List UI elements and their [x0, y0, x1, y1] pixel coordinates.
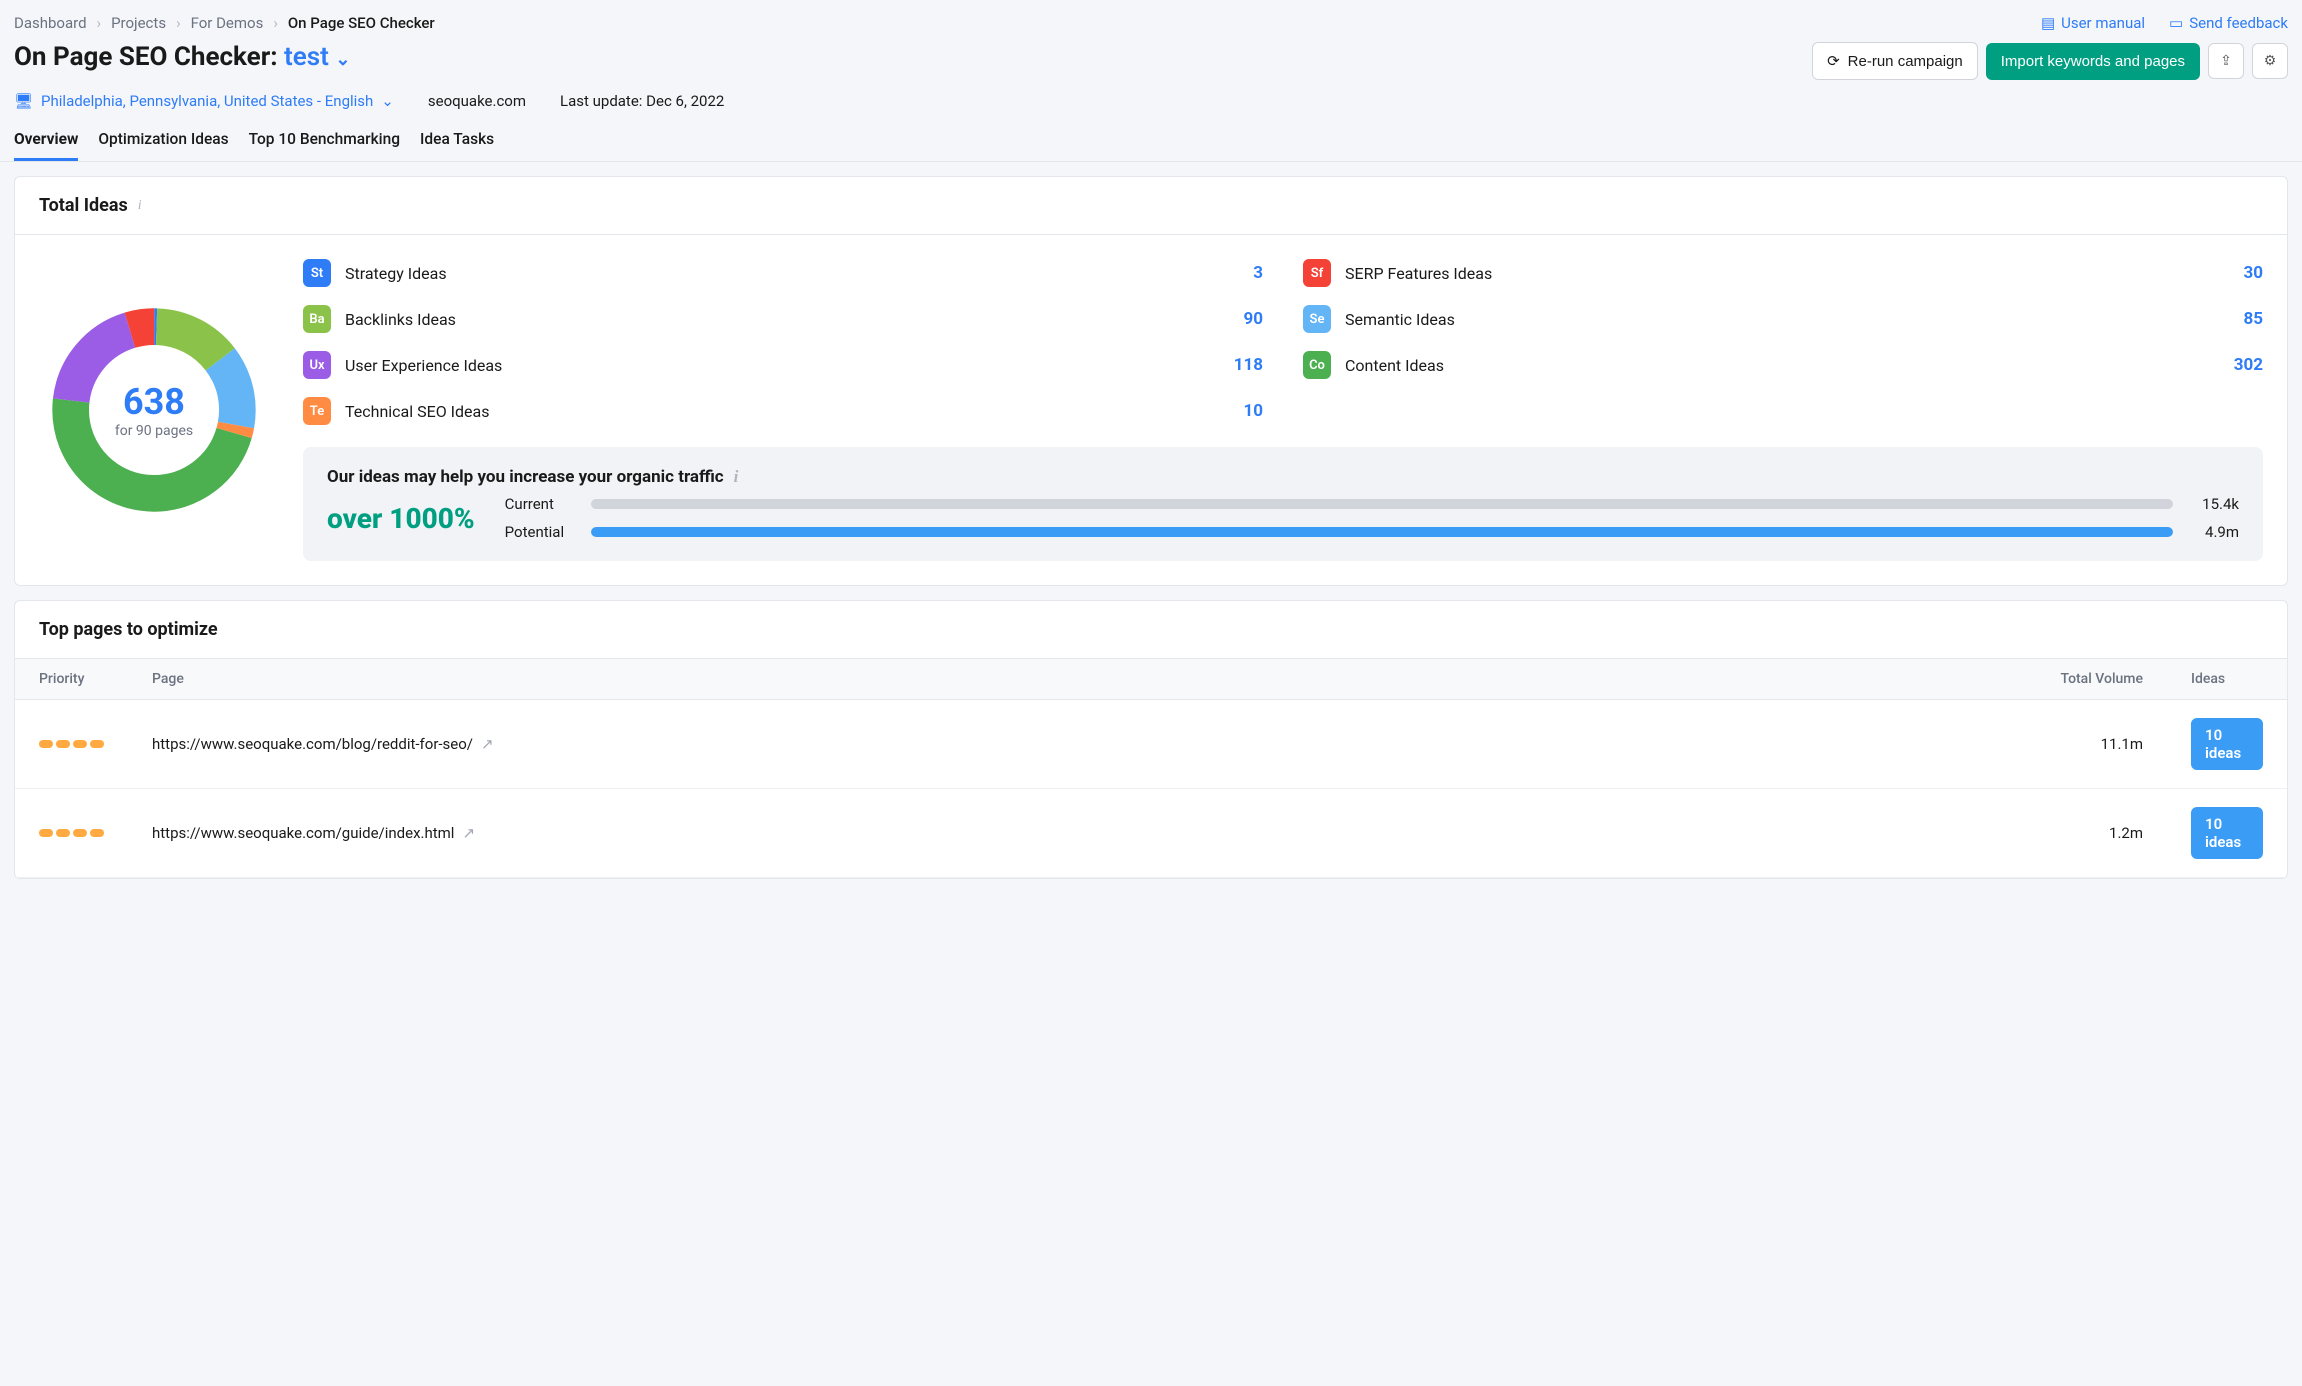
ideas-count-button[interactable]: 10 ideas [2191, 718, 2263, 770]
idea-row-sf[interactable]: Sf SERP Features Ideas 30 [1303, 259, 2263, 287]
idea-count: 118 [1234, 355, 1263, 375]
chat-icon: ▭ [2169, 14, 2183, 32]
idea-row-se[interactable]: Se Semantic Ideas 85 [1303, 305, 2263, 333]
idea-badge-icon: Ux [303, 351, 331, 379]
col-page[interactable]: Page [128, 659, 2027, 700]
idea-badge-icon: Te [303, 397, 331, 425]
info-icon[interactable]: i [734, 467, 739, 487]
idea-count: 30 [2243, 263, 2263, 283]
idea-label: Technical SEO Ideas [345, 402, 490, 421]
tab-idea-tasks[interactable]: Idea Tasks [420, 122, 494, 161]
col-volume[interactable]: Total Volume [2027, 659, 2167, 700]
tabs: Overview Optimization Ideas Top 10 Bench… [0, 122, 2302, 162]
idea-label: Backlinks Ideas [345, 310, 456, 329]
idea-row-ba[interactable]: Ba Backlinks Ideas 90 [303, 305, 1263, 333]
chevron-right-icon: › [176, 14, 181, 32]
idea-row-st[interactable]: St Strategy Ideas 3 [303, 259, 1263, 287]
breadcrumb-current: On Page SEO Checker [288, 14, 435, 32]
current-traffic-bar [591, 499, 2173, 509]
current-traffic-value: 15.4k [2189, 495, 2239, 513]
top-pages-title: Top pages to optimize [15, 601, 2287, 658]
idea-badge-icon: Se [1303, 305, 1331, 333]
external-link-icon[interactable]: ↗ [481, 735, 494, 753]
import-keywords-button[interactable]: Import keywords and pages [1986, 43, 2200, 80]
breadcrumb-projects[interactable]: Projects [111, 14, 166, 32]
current-traffic-label: Current [505, 495, 575, 513]
chevron-down-icon: ⌄ [381, 92, 394, 110]
breadcrumb: Dashboard › Projects › For Demos › On Pa… [0, 14, 449, 42]
top-pages-card: Top pages to optimize Priority Page Tota… [14, 600, 2288, 879]
potential-traffic-value: 4.9m [2189, 523, 2239, 541]
rerun-campaign-button[interactable]: ⟳ Re-run campaign [1812, 42, 1978, 80]
idea-label: Content Ideas [1345, 356, 1444, 375]
chevron-right-icon: › [273, 14, 278, 32]
book-icon: ▤ [2041, 14, 2055, 32]
ideas-count-button[interactable]: 10 ideas [2191, 807, 2263, 859]
page-title: On Page SEO Checker: test ⌄ [14, 42, 350, 72]
breadcrumb-fordemos[interactable]: For Demos [191, 14, 264, 32]
tab-optimization-ideas[interactable]: Optimization Ideas [98, 122, 228, 161]
idea-row-te[interactable]: Te Technical SEO Ideas 10 [303, 397, 1263, 425]
idea-badge-icon: Sf [1303, 259, 1331, 287]
idea-label: Semantic Ideas [1345, 310, 1455, 329]
info-icon[interactable]: i [138, 198, 142, 214]
page-url-link[interactable]: https://www.seoquake.com/guide/index.htm… [152, 824, 475, 842]
total-ideas-title: Total Ideas [39, 195, 128, 216]
idea-count: 85 [2243, 309, 2263, 329]
traffic-potential-box: Our ideas may help you increase your org… [303, 447, 2263, 561]
refresh-icon: ⟳ [1827, 52, 1840, 70]
idea-badge-icon: Ba [303, 305, 331, 333]
traffic-increase-pct: over 1000% [327, 502, 475, 535]
priority-indicator [39, 829, 104, 837]
priority-indicator [39, 740, 104, 748]
tab-overview[interactable]: Overview [14, 122, 78, 161]
idea-badge-icon: Co [1303, 351, 1331, 379]
idea-count: 90 [1243, 309, 1263, 329]
idea-count: 3 [1253, 263, 1263, 283]
ideas-donut-chart: 638 for 90 pages [39, 259, 269, 561]
col-ideas[interactable]: Ideas [2167, 659, 2287, 700]
user-manual-link[interactable]: ▤ User manual [2041, 14, 2145, 32]
gear-icon: ⚙ [2264, 53, 2277, 69]
last-update-label: Last update: Dec 6, 2022 [560, 92, 724, 110]
location-selector[interactable]: 🖥 Philadelphia, Pennsylvania, United Sta… [14, 92, 394, 110]
total-ideas-pages: for 90 pages [115, 423, 193, 439]
volume-value: 11.1m [2027, 700, 2167, 789]
volume-value: 1.2m [2027, 789, 2167, 878]
chevron-down-icon: ⌄ [331, 49, 351, 70]
settings-button[interactable]: ⚙ [2252, 43, 2288, 79]
idea-row-co[interactable]: Co Content Ideas 302 [1303, 351, 2263, 379]
top-pages-table: Priority Page Total Volume Ideas https:/… [15, 658, 2287, 878]
idea-count: 302 [2234, 355, 2263, 375]
table-row: https://www.seoquake.com/blog/reddit-for… [15, 700, 2287, 789]
page-url-link[interactable]: https://www.seoquake.com/blog/reddit-for… [152, 735, 494, 753]
tab-top10-benchmarking[interactable]: Top 10 Benchmarking [249, 122, 400, 161]
idea-badge-icon: St [303, 259, 331, 287]
table-row: https://www.seoquake.com/guide/index.htm… [15, 789, 2287, 878]
export-button[interactable]: ⇪ [2208, 43, 2244, 79]
project-name-dropdown[interactable]: test ⌄ [284, 42, 350, 72]
idea-row-ux[interactable]: Ux User Experience Ideas 118 [303, 351, 1263, 379]
col-priority[interactable]: Priority [15, 659, 128, 700]
idea-count: 10 [1243, 401, 1263, 421]
idea-label: User Experience Ideas [345, 356, 502, 375]
domain-label: seoquake.com [428, 92, 526, 110]
idea-label: SERP Features Ideas [1345, 264, 1492, 283]
upload-icon: ⇪ [2220, 53, 2232, 69]
external-link-icon[interactable]: ↗ [462, 824, 475, 842]
chevron-right-icon: › [97, 14, 102, 32]
breadcrumb-dashboard[interactable]: Dashboard [14, 14, 87, 32]
total-ideas-count: 638 [115, 381, 193, 423]
potential-traffic-bar [591, 527, 2173, 537]
traffic-box-title: Our ideas may help you increase your org… [327, 467, 724, 487]
potential-traffic-label: Potential [505, 523, 575, 541]
idea-label: Strategy Ideas [345, 264, 447, 283]
total-ideas-card: Total Ideas i 638 for 90 pages St Strateg… [14, 176, 2288, 586]
send-feedback-link[interactable]: ▭ Send feedback [2169, 14, 2288, 32]
desktop-icon: 🖥 [14, 92, 33, 110]
